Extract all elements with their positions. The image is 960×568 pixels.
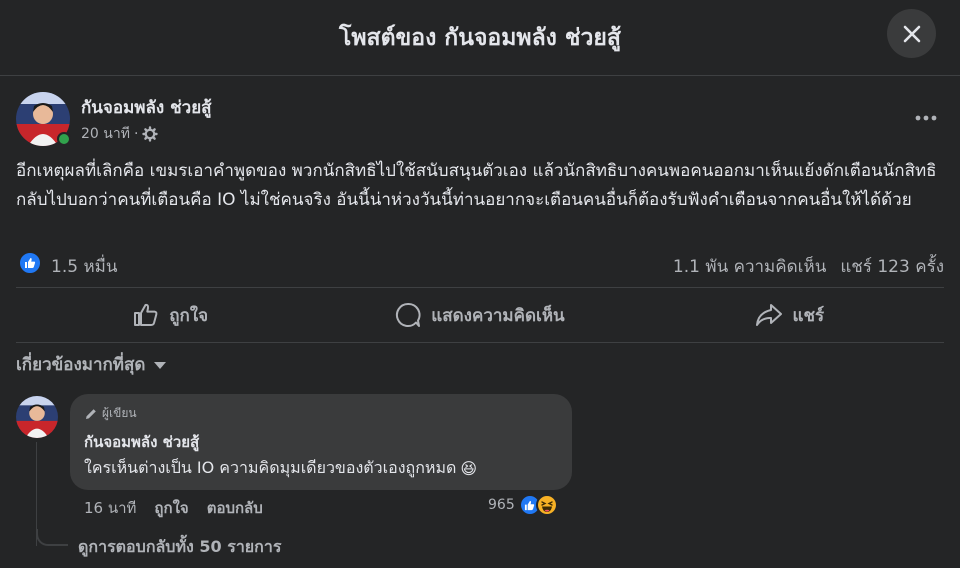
comment-reaction-count: 965 bbox=[488, 497, 515, 513]
comment-actions: 16 นาที ถูกใจ ตอบกลับ bbox=[84, 496, 263, 520]
gear-icon bbox=[142, 126, 159, 142]
thumbs-up-icon bbox=[134, 303, 158, 326]
post-author-name[interactable]: กันจอมพลัง ช่วยสู้ bbox=[81, 94, 212, 121]
comment-button-label: แสดงความคิดเห็น bbox=[431, 305, 565, 326]
close-icon bbox=[903, 25, 920, 42]
comment-body: ใครเห็นต่างเป็น IO ความคิดมุมเดียวของตัว… bbox=[84, 458, 457, 477]
more-horizontal-icon bbox=[915, 115, 937, 121]
dialog-title: โพสต์ของ กันจอมพลัง ช่วยสู้ bbox=[339, 25, 621, 51]
thumbs-up-icon bbox=[25, 258, 36, 268]
like-reaction-badge[interactable] bbox=[18, 251, 42, 275]
post-header: กันจอมพลัง ช่วยสู้ 20 นาที · bbox=[16, 92, 944, 152]
comment-reply-button[interactable]: ตอบกลับ bbox=[207, 496, 263, 520]
share-count[interactable]: แชร์ 123 ครั้ง bbox=[840, 253, 944, 280]
comment-author-avatar[interactable] bbox=[16, 396, 58, 438]
post-text: อีกเหตุผลที่เลิกคือ เขมรเอาคำพูดของ พวกน… bbox=[16, 161, 937, 210]
reaction-count[interactable]: 1.5 หมื่น bbox=[51, 253, 117, 280]
comment-button[interactable]: แสดงความคิดเห็น bbox=[325, 288, 634, 342]
dialog-header: โพสต์ของ กันจอมพลัง ช่วยสู้ bbox=[0, 0, 960, 76]
thread-connector bbox=[36, 529, 68, 546]
comment-like-button[interactable]: ถูกใจ bbox=[154, 496, 188, 520]
more-options-button[interactable] bbox=[908, 100, 944, 136]
post-stats: 1.5 หมื่น 1.1 พัน ความคิดเห็น แชร์ 123 ค… bbox=[16, 248, 944, 280]
like-button-label: ถูกใจ bbox=[169, 305, 209, 326]
comment-bubble: ผู้เขียน กันจอมพลัง ช่วยสู้ ใครเห็นต่างเ… bbox=[70, 394, 572, 490]
pencil-icon bbox=[86, 408, 96, 419]
post-time[interactable]: 20 นาที bbox=[81, 123, 130, 145]
laughing-emoji-icon: 😆 bbox=[460, 459, 478, 478]
comment-text: ใครเห็นต่างเป็น IO ความคิดมุมเดียวของตัว… bbox=[84, 456, 477, 481]
haha-face-icon bbox=[541, 501, 553, 512]
like-button[interactable]: ถูกใจ bbox=[16, 288, 325, 342]
comment-author-name[interactable]: กันจอมพลัง ช่วยสู้ bbox=[84, 430, 199, 454]
author-badge-label: ผู้เขียน bbox=[102, 406, 137, 420]
author-badge: ผู้เขียน bbox=[84, 404, 137, 423]
sort-label: เกี่ยวข้องมากที่สุด bbox=[16, 355, 146, 375]
thumbs-up-icon bbox=[525, 500, 535, 510]
comment-sort-dropdown[interactable]: เกี่ยวข้องมากที่สุด bbox=[16, 351, 167, 378]
close-button[interactable] bbox=[887, 9, 936, 58]
caret-down-icon bbox=[154, 361, 167, 369]
comment-count[interactable]: 1.1 พัน ความคิดเห็น bbox=[673, 253, 826, 280]
comment-reactions[interactable]: 965 bbox=[488, 494, 558, 516]
view-replies-link[interactable]: ดูการตอบกลับทั้ง 50 รายการ bbox=[78, 535, 281, 560]
share-button-label: แชร์ bbox=[792, 305, 825, 326]
comment-time[interactable]: 16 นาที bbox=[84, 496, 136, 520]
share-button[interactable]: แชร์ bbox=[635, 288, 944, 342]
comment-icon bbox=[396, 302, 421, 327]
haha-reaction-icon bbox=[535, 494, 558, 516]
meta-separator: · bbox=[133, 126, 139, 142]
post-meta: 20 นาที · bbox=[81, 123, 159, 145]
post-action-bar: ถูกใจ แสดงความคิดเห็น แชร์ bbox=[16, 287, 944, 343]
share-icon bbox=[755, 304, 782, 326]
online-status-dot bbox=[57, 132, 71, 146]
